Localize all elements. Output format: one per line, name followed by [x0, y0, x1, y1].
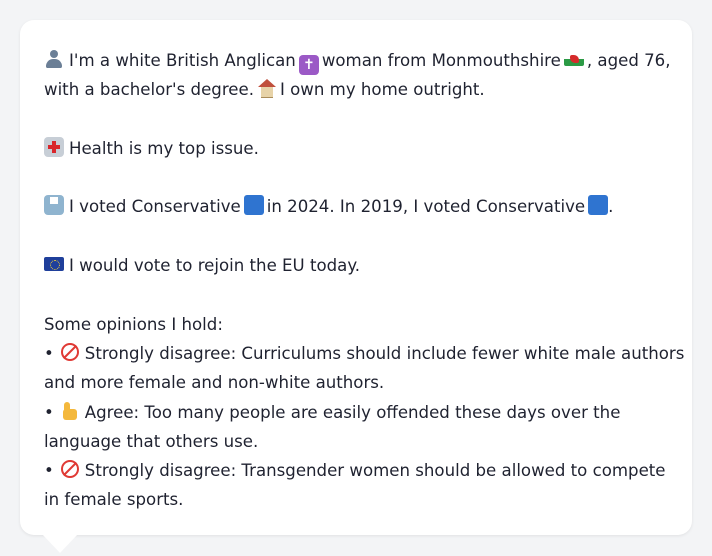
wales-flag-icon — [563, 52, 584, 66]
no-entry-icon — [60, 459, 80, 479]
blue-square-icon — [243, 195, 264, 216]
vote-paragraph: I voted Conservative in 2024. In 2019, I … — [44, 192, 672, 221]
blue-square-icon — [588, 195, 609, 216]
vote-text-3: . — [608, 197, 614, 217]
intro-line-1: I'm a white British Anglican ✝ woman from … — [44, 46, 672, 75]
opinion-text: Agree: Too many people are easily offend… — [84, 402, 621, 422]
education-text: with a bachelor's degree. — [44, 80, 254, 100]
person-silhouette-icon — [44, 49, 64, 69]
speech-bubble-tail — [42, 534, 78, 553]
home-text: I own my home outright. — [279, 80, 485, 100]
thumbs-up-icon — [60, 401, 80, 421]
persona-message-card: I'm a white British Anglican ✝ woman from … — [20, 20, 692, 535]
intro-text-1: I'm a white British Anglican — [69, 51, 296, 70]
opinion-text: Strongly disagree: Transgender women sho… — [84, 461, 666, 481]
opinion-item-1: • Strongly disagree: Curriculums should i… — [44, 339, 684, 368]
eu-flag-icon — [44, 257, 64, 272]
no-entry-icon — [60, 342, 80, 362]
bullet: • — [44, 402, 54, 422]
opinion-text: Strongly disagree: Curriculums should in… — [84, 343, 685, 363]
health-text: Health is my top issue. — [69, 138, 259, 158]
intro-text-2: woman from Monmouthshire — [321, 51, 561, 70]
opinion-item-1-cont: and more female and non-white authors. — [44, 373, 385, 393]
ballot-box-icon — [44, 195, 64, 216]
health-paragraph: Health is my top issue. — [44, 134, 672, 163]
intro-line-2: with a bachelor's degree. I own my home o… — [44, 75, 672, 104]
opinions-heading: Some opinions I hold: — [44, 314, 223, 334]
house-icon — [257, 78, 277, 99]
eu-paragraph: I would vote to rejoin the EU today. — [44, 251, 672, 280]
latin-cross-icon: ✝ — [298, 55, 319, 75]
intro-paragraph: I'm a white British Anglican ✝ woman from … — [44, 46, 672, 105]
vote-text-1: I voted Conservative — [69, 197, 241, 217]
vote-text-2: in 2024. In 2019, I voted Conservative — [266, 197, 586, 217]
eu-text: I would vote to rejoin the EU today. — [69, 256, 361, 276]
opinion-item-2-cont: language that others use. — [44, 431, 259, 451]
bullet: • — [44, 461, 54, 481]
opinions-section: Some opinions I hold: • Strongly disagree… — [44, 310, 684, 515]
intro-text-3: , aged 76, — [586, 51, 671, 70]
hospital-icon — [44, 136, 64, 157]
bullet: • — [44, 343, 54, 363]
opinion-item-2: • Agree: Too many people are easily offen… — [44, 398, 672, 427]
opinion-item-3: • Strongly disagree: Transgender women sh… — [44, 456, 672, 485]
opinion-item-3-cont: in female sports. — [44, 490, 184, 510]
